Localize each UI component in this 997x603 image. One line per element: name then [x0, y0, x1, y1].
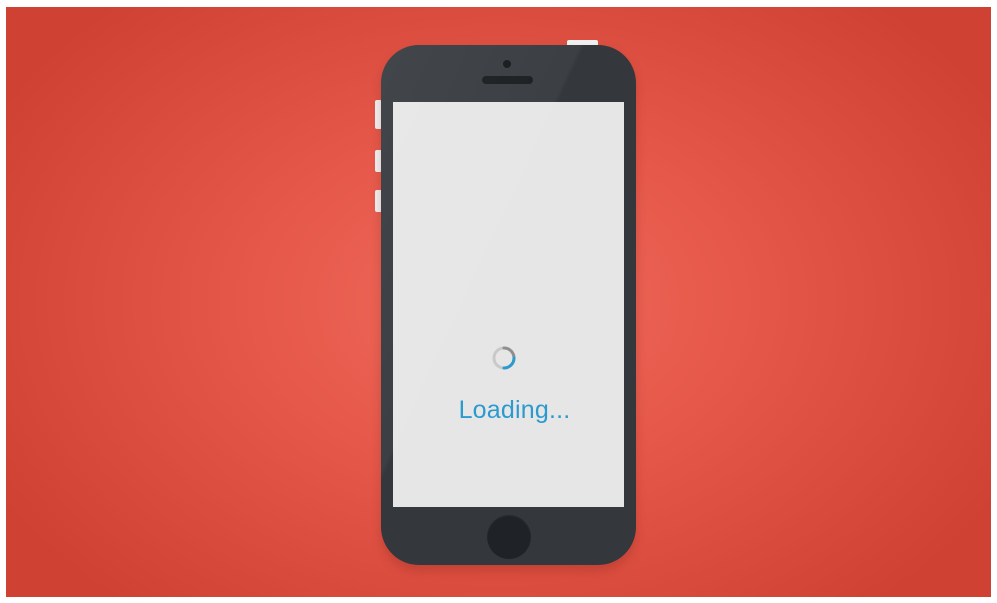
smartphone: Loading...: [381, 45, 636, 565]
front-camera-icon: [503, 60, 511, 68]
loading-spinner-icon: [491, 345, 517, 371]
image-frame: Loading...: [0, 0, 997, 603]
phone-screen: Loading...: [393, 102, 624, 507]
home-button[interactable]: [487, 515, 531, 559]
loading-label: Loading...: [458, 396, 571, 424]
earpiece-speaker: [482, 76, 533, 84]
